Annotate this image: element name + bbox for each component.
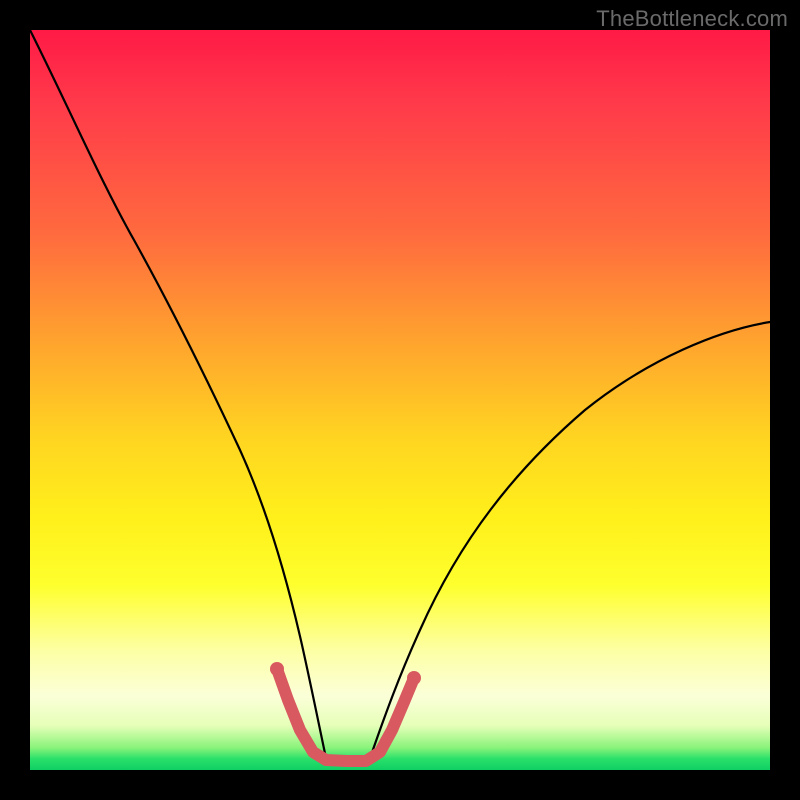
plot-area — [30, 30, 770, 770]
valley-highlight — [277, 669, 414, 761]
accent-dot-right — [407, 671, 421, 685]
watermark-text: TheBottleneck.com — [596, 6, 788, 32]
accent-dot-left — [270, 662, 284, 676]
curve-layer — [30, 30, 770, 770]
bottleneck-curve — [30, 30, 770, 758]
outer-frame: TheBottleneck.com — [0, 0, 800, 800]
